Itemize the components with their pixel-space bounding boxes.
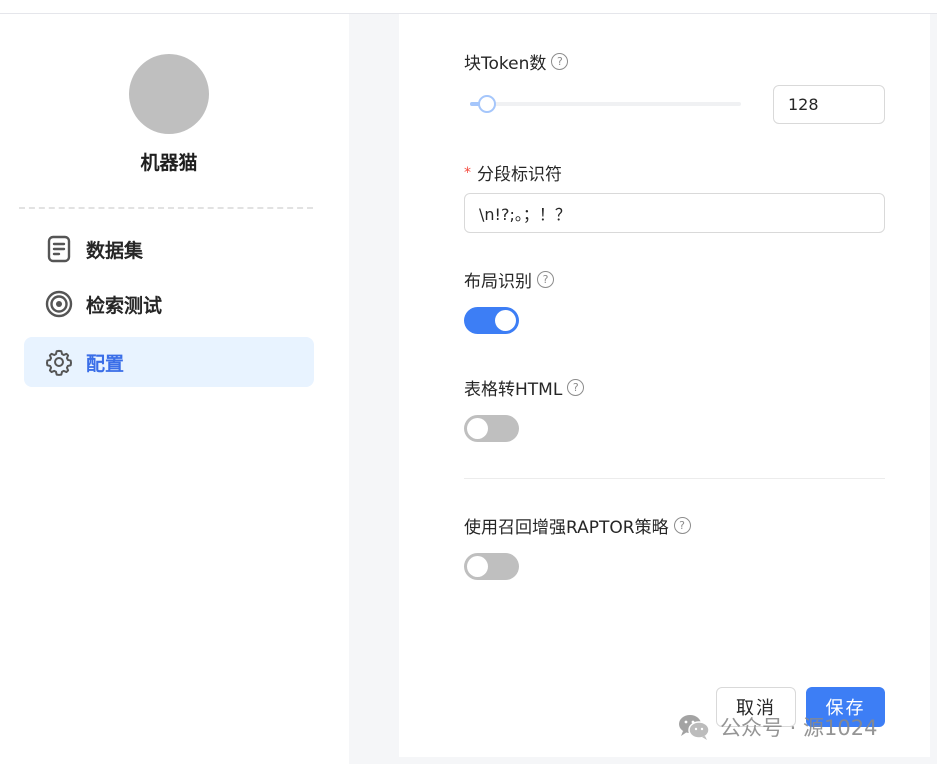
sidebar-item-config[interactable]: 配置 [24, 337, 314, 387]
username: 机器猫 [140, 152, 198, 174]
help-icon[interactable]: ? [567, 379, 585, 396]
sidebar-item-dataset[interactable]: 数据集 [24, 224, 314, 274]
required-mark: * [464, 164, 471, 181]
sidebar-item-retrieval-test[interactable]: 检索测试 [24, 279, 314, 329]
layout-recognize-label-text: 布局识别 [464, 272, 532, 292]
content-edge [399, 757, 937, 764]
gear-icon [44, 347, 74, 377]
delimiter-input[interactable]: \n!?;。；！？ [464, 193, 885, 233]
table-to-html-toggle[interactable] [464, 415, 519, 442]
watermark-text: 公众号 · 源1024 [720, 716, 878, 740]
wechat-icon [679, 715, 710, 740]
table-to-html-label: 表格转HTML ? [464, 375, 585, 400]
slider-handle[interactable] [478, 95, 496, 113]
sidebar-item-label: 数据集 [86, 239, 144, 262]
chunk-token-input[interactable]: 128 [773, 85, 885, 124]
content-gutter [349, 14, 399, 764]
raptor-toggle[interactable] [464, 553, 519, 580]
section-divider [464, 478, 885, 479]
sidebar-item-label: 检索测试 [86, 294, 163, 317]
watermark: 公众号 · 源1024 [678, 712, 877, 742]
content-edge [930, 14, 937, 764]
table-to-html-label-text: 表格转HTML [464, 380, 563, 400]
chunk-token-label-text: 块Token数 [464, 54, 547, 74]
help-icon[interactable]: ? [551, 53, 569, 70]
sidebar-divider [19, 207, 313, 209]
raptor-label: 使用召回增强RAPTOR策略 ? [464, 513, 691, 538]
document-icon [44, 234, 74, 264]
toggle-knob [467, 556, 488, 577]
delimiter-label: * 分段标识符 [464, 160, 562, 186]
raptor-label-text: 使用召回增强RAPTOR策略 [464, 518, 669, 538]
avatar [129, 54, 209, 134]
layout-recognize-label: 布局识别 ? [464, 267, 554, 292]
sidebar: 机器猫 数据集 检索测试 配置 [0, 14, 349, 764]
toggle-knob [467, 418, 488, 439]
chunk-token-label: 块Token数 ? [464, 49, 569, 74]
help-icon[interactable]: ? [537, 271, 554, 288]
toggle-knob [495, 310, 516, 331]
sidebar-item-label: 配置 [86, 352, 125, 375]
help-icon[interactable]: ? [673, 517, 691, 534]
chunk-token-slider[interactable] [470, 102, 741, 106]
delimiter-label-text: 分段标识符 [477, 165, 562, 185]
target-icon [44, 289, 74, 319]
layout-recognize-toggle[interactable] [464, 307, 519, 334]
